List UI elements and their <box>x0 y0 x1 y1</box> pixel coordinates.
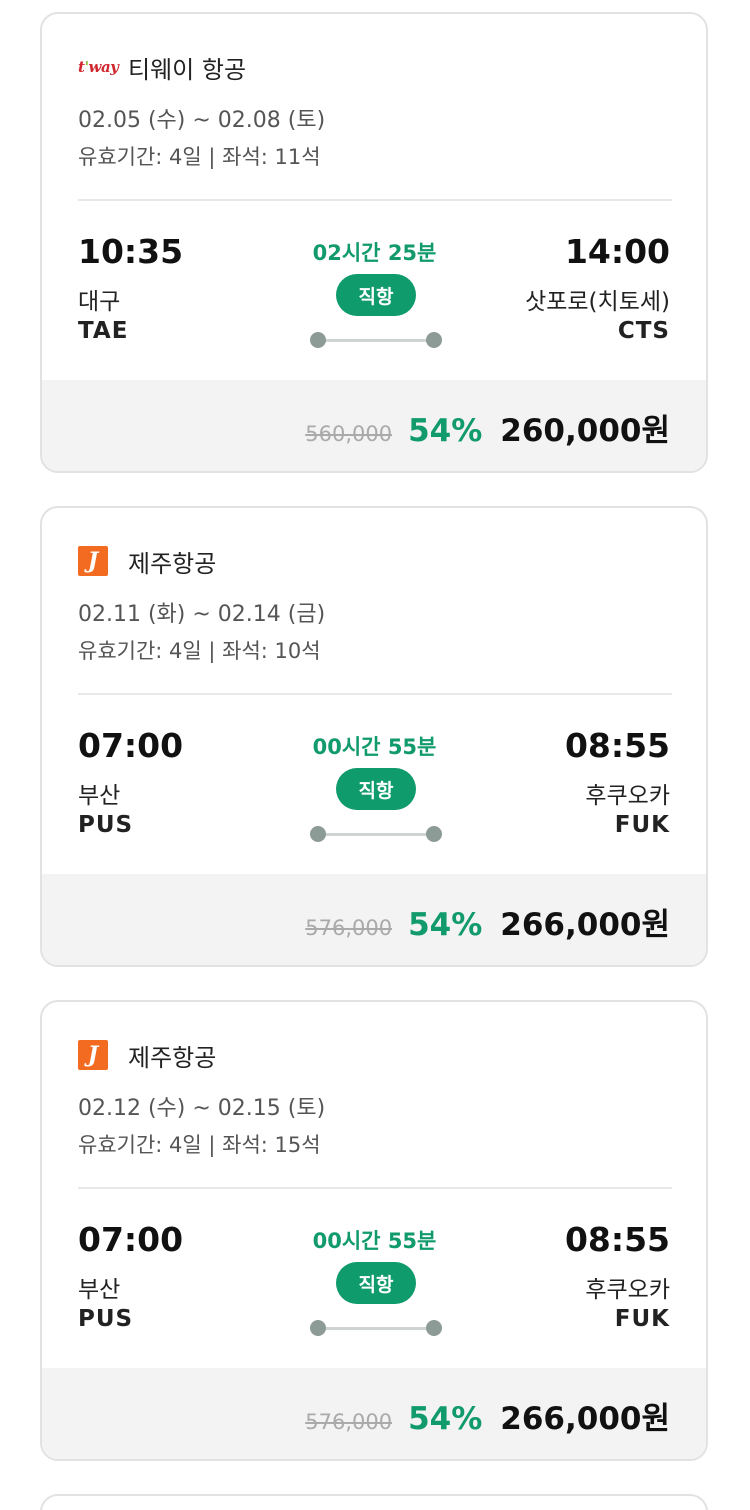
sale-price: 266,000원 <box>500 907 670 943</box>
route-bar <box>316 339 436 342</box>
travel-dates: 02.12 (수) ~ 02.15 (토) <box>78 1096 326 1121</box>
arrival-time: 14:00 <box>564 232 670 271</box>
route-end-dot <box>426 826 442 842</box>
discount-rate: 54% <box>408 907 483 943</box>
flight-duration: 00시간 55분 <box>312 1229 437 1253</box>
price-row: 576,000 54% 266,000원 <box>305 899 670 944</box>
arrival-city: 삿포로(치토세) <box>525 289 670 315</box>
departure-airport-code: PUS <box>78 812 134 838</box>
departure-time: 07:00 <box>78 1220 184 1259</box>
flight-card[interactable] <box>40 1494 708 1510</box>
route-end-dot <box>426 1320 442 1336</box>
departure-city: 부산 <box>78 1277 121 1303</box>
airline-name: 티웨이 항공 <box>128 55 247 84</box>
tway-logo-icon: t'way <box>78 58 119 76</box>
arrival-city: 후쿠오카 <box>585 1277 670 1303</box>
validity-seats: 유효기간: 4일 | 좌석: 11석 <box>78 145 321 169</box>
departure-time: 10:35 <box>78 232 184 271</box>
travel-dates: 02.11 (화) ~ 02.14 (금) <box>78 602 326 627</box>
arrival-time: 08:55 <box>564 726 670 765</box>
arrival-city: 후쿠오카 <box>585 783 670 809</box>
discount-rate: 54% <box>408 1401 483 1437</box>
price-bar: 576,000 54% 266,000원 <box>42 874 706 965</box>
divider <box>78 199 672 201</box>
airline-row: J 제주항공 <box>78 546 217 578</box>
flight-duration: 02시간 25분 <box>312 241 437 265</box>
flight-deal-list: t'way 티웨이 항공 02.05 (수) ~ 02.08 (토) 유효기간:… <box>0 0 750 1510</box>
divider <box>78 1187 672 1189</box>
direct-flight-badge: 직항 <box>336 1262 416 1304</box>
airline-name: 제주항공 <box>128 549 217 578</box>
flight-card[interactable]: J 제주항공 02.11 (화) ~ 02.14 (금) 유효기간: 4일 | … <box>40 506 708 967</box>
route-start-dot <box>310 826 326 842</box>
sale-price: 266,000원 <box>500 1401 670 1437</box>
original-price: 576,000 <box>305 916 393 940</box>
route-end-dot <box>426 332 442 348</box>
price-row: 560,000 54% 260,000원 <box>305 405 670 450</box>
route-start-dot <box>310 332 326 348</box>
direct-flight-badge: 직항 <box>336 768 416 810</box>
departure-airport-code: PUS <box>78 1306 134 1332</box>
jeju-air-logo-wrap: J <box>78 1040 118 1070</box>
route-bar <box>316 1327 436 1330</box>
departure-time: 07:00 <box>78 726 184 765</box>
original-price: 576,000 <box>305 1410 393 1434</box>
price-row: 576,000 54% 266,000원 <box>305 1393 670 1438</box>
route-line <box>310 826 442 842</box>
departure-airport-code: TAE <box>78 318 129 344</box>
validity-seats: 유효기간: 4일 | 좌석: 15석 <box>78 1133 321 1157</box>
validity-seats: 유효기간: 4일 | 좌석: 10석 <box>78 639 321 663</box>
arrival-airport-code: FUK <box>614 812 670 838</box>
jeju-air-logo-icon: J <box>78 1040 108 1070</box>
discount-rate: 54% <box>408 413 483 449</box>
direct-flight-badge: 직항 <box>336 274 416 316</box>
route-line <box>310 332 442 348</box>
arrival-airport-code: CTS <box>617 318 670 344</box>
airline-name: 제주항공 <box>128 1043 217 1072</box>
arrival-airport-code: FUK <box>614 1306 670 1332</box>
flight-duration: 00시간 55분 <box>312 735 437 759</box>
route-start-dot <box>310 1320 326 1336</box>
arrival-time: 08:55 <box>564 1220 670 1259</box>
original-price: 560,000 <box>305 422 393 446</box>
flight-card[interactable]: t'way 티웨이 항공 02.05 (수) ~ 02.08 (토) 유효기간:… <box>40 12 708 473</box>
jeju-air-logo-wrap: J <box>78 546 118 576</box>
departure-city: 부산 <box>78 783 121 809</box>
sale-price: 260,000원 <box>500 413 670 449</box>
flight-card[interactable]: J 제주항공 02.12 (수) ~ 02.15 (토) 유효기간: 4일 | … <box>40 1000 708 1461</box>
airline-row: J 제주항공 <box>78 1040 217 1072</box>
route-line <box>310 1320 442 1336</box>
price-bar: 560,000 54% 260,000원 <box>42 380 706 471</box>
jeju-air-logo-icon: J <box>78 546 108 576</box>
departure-city: 대구 <box>78 289 121 315</box>
airline-row: t'way 티웨이 항공 <box>78 52 247 84</box>
divider <box>78 693 672 695</box>
price-bar: 576,000 54% 266,000원 <box>42 1368 706 1459</box>
route-bar <box>316 833 436 836</box>
travel-dates: 02.05 (수) ~ 02.08 (토) <box>78 108 326 133</box>
